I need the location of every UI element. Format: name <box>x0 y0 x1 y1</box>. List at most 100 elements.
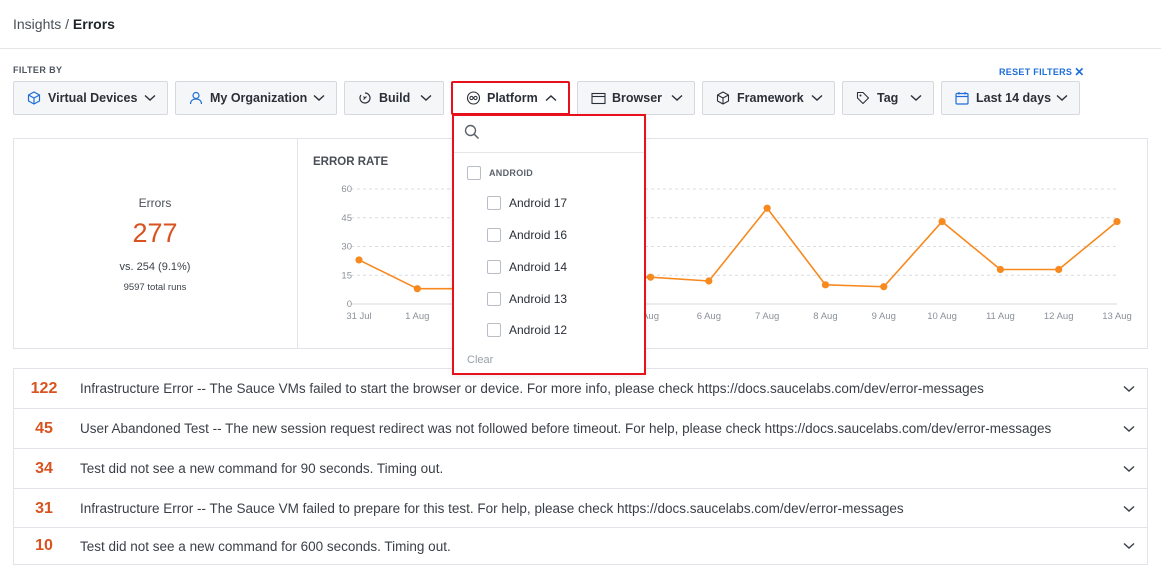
data-point <box>1113 217 1121 226</box>
data-point <box>821 281 830 289</box>
platform-option[interactable]: Android 17 <box>487 196 567 210</box>
option-label: Android 14 <box>509 260 568 274</box>
error-count: 34 <box>35 459 53 477</box>
x-tick-label: 13 Aug <box>1102 311 1132 322</box>
filter-organization-button[interactable]: My Organization <box>175 81 337 115</box>
build-icon <box>357 90 373 106</box>
filter-label: Build <box>379 91 411 105</box>
chart-title: ERROR RATE <box>313 156 389 168</box>
chevron-down-icon <box>312 91 326 105</box>
filter-virtual-devices-button[interactable]: Virtual Devices <box>13 81 168 115</box>
x-tick-label: 10 Aug <box>927 311 957 322</box>
calendar-icon <box>954 90 970 106</box>
chevron-down-icon[interactable] <box>1111 465 1147 473</box>
x-tick-label: 7 Aug <box>755 311 779 322</box>
platform-option[interactable]: Android 13 <box>487 292 567 306</box>
platform-icon <box>465 90 481 106</box>
platform-search-input[interactable] <box>486 119 636 149</box>
filter-by-heading: FILTER BY <box>13 65 63 75</box>
tag-icon <box>855 90 871 106</box>
cube-icon <box>26 90 42 106</box>
x-tick-label: 8 Aug <box>813 311 837 322</box>
filter-label: Framework <box>737 91 804 105</box>
filter-date-range-button[interactable]: Last 14 days <box>941 81 1080 115</box>
error-count: 45 <box>35 419 53 437</box>
summary-divider <box>297 138 298 349</box>
filter-label: My Organization <box>210 91 308 105</box>
x-tick-label: 31 Jul <box>346 311 371 322</box>
clear-button[interactable]: Clear <box>467 354 493 366</box>
checkbox[interactable] <box>487 260 501 274</box>
data-point <box>938 217 946 226</box>
data-point <box>880 283 888 291</box>
breadcrumb-separator: / <box>65 16 70 32</box>
platform-option[interactable]: Android 14 <box>487 260 567 274</box>
option-label: Android 13 <box>509 292 568 306</box>
filter-label: Tag <box>877 91 899 105</box>
checkbox[interactable] <box>467 166 481 180</box>
x-tick-label: 9 Aug <box>872 311 896 322</box>
x-tick-label: 6 Aug <box>697 311 721 322</box>
data-point <box>646 273 655 281</box>
page: Insights / Errors FILTER BY RESET FILTER… <box>0 0 1161 565</box>
chevron-down-icon[interactable] <box>1111 385 1147 393</box>
chevron-down-icon <box>143 91 157 105</box>
chevron-down-icon <box>1055 91 1069 105</box>
error-message: Infrastructure Error -- The Sauce VMs fa… <box>80 381 984 396</box>
y-tick-label: 0 <box>347 299 352 310</box>
header-divider <box>0 48 1161 49</box>
filter-platform-button[interactable]: Platform <box>451 81 570 115</box>
chevron-down-icon[interactable] <box>1111 542 1147 550</box>
chevron-down-icon[interactable] <box>1111 505 1147 513</box>
data-point <box>1055 265 1063 274</box>
breadcrumb: Insights / Errors <box>13 16 115 32</box>
platform-option[interactable]: Android 16 <box>487 228 567 242</box>
browser-icon <box>590 90 606 106</box>
error-count: 122 <box>30 379 58 397</box>
error-message: Test did not see a new command for 600 s… <box>80 538 451 554</box>
filter-label: Virtual Devices <box>48 91 138 105</box>
errors-comparison: vs. 254 (9.1%) <box>119 261 191 273</box>
breadcrumb-current: Errors <box>72 16 115 32</box>
error-count: 10 <box>35 537 53 554</box>
reset-filters-label: RESET FILTERS <box>999 67 1073 77</box>
chevron-down-icon[interactable] <box>1111 425 1147 433</box>
data-point <box>413 285 421 293</box>
x-tick-label: 1 Aug <box>405 311 429 322</box>
y-tick-label: 60 <box>341 184 352 195</box>
checkbox[interactable] <box>487 196 501 210</box>
error-row[interactable]: 45 User Abandoned Test -- The new sessio… <box>13 408 1148 448</box>
dropdown-search <box>454 116 644 153</box>
total-runs: 9597 total runs <box>123 282 187 293</box>
error-rate-chart: 01530456031 Jul 1 Aug Aug 6 Aug 7 Aug 8 Aug 9 … <box>341 184 1132 322</box>
checkbox[interactable] <box>487 228 501 242</box>
checkbox[interactable] <box>487 323 501 337</box>
error-row[interactable]: 10 Test did not see a new command for 60… <box>13 527 1148 565</box>
y-tick-label: 30 <box>341 242 352 253</box>
error-row[interactable]: 34 Test did not see a new command for 90… <box>13 448 1148 488</box>
chevron-down-icon <box>419 91 433 105</box>
android-group-checkbox[interactable]: ANDROID <box>467 166 533 180</box>
filter-browser-button[interactable]: Browser <box>577 81 695 115</box>
option-label: Android 16 <box>509 228 568 242</box>
group-label: ANDROID <box>489 168 534 178</box>
error-message: Infrastructure Error -- The Sauce VM fai… <box>80 501 904 516</box>
error-row[interactable]: 31 Infrastructure Error -- The Sauce VM … <box>13 488 1148 528</box>
close-icon: ✕ <box>1074 65 1085 79</box>
platform-option[interactable]: Android 12 <box>487 323 567 337</box>
x-tick-label: 11 Aug <box>986 311 1015 322</box>
option-label: Android 17 <box>509 196 568 210</box>
checkbox[interactable] <box>487 292 501 306</box>
filter-build-button[interactable]: Build <box>344 81 444 115</box>
y-tick-label: 45 <box>341 213 352 224</box>
reset-filters-button[interactable]: RESET FILTERS ✕ <box>999 64 1085 79</box>
filter-framework-button[interactable]: Framework <box>702 81 835 115</box>
errors-label: Errors <box>138 196 172 210</box>
chevron-up-icon <box>544 91 558 105</box>
user-icon <box>188 90 204 106</box>
filter-label: Last 14 days <box>976 91 1052 105</box>
breadcrumb-parent[interactable]: Insights <box>13 16 61 32</box>
filter-tag-button[interactable]: Tag <box>842 81 934 115</box>
error-message: User Abandoned Test -- The new session r… <box>80 421 1052 436</box>
data-point <box>705 277 713 285</box>
